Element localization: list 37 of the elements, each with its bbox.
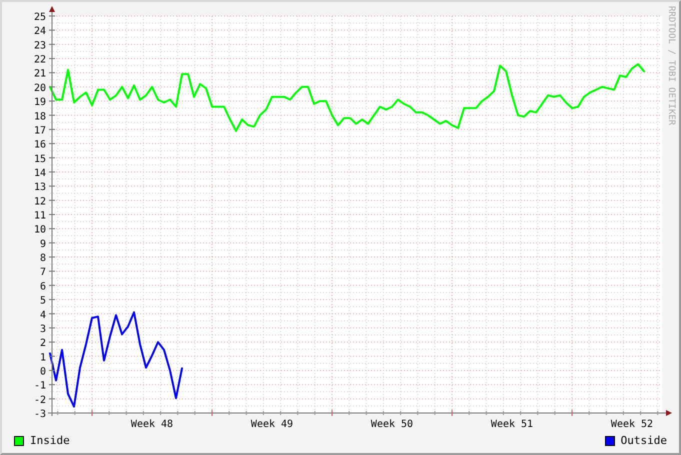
x-tick-label: Week 50 <box>370 419 414 430</box>
y-tick-label: 5 <box>40 296 46 307</box>
x-tick-label: Week 49 <box>250 419 294 430</box>
y-tick-label: -3 <box>34 409 46 420</box>
y-tick-label: 21 <box>34 68 46 80</box>
y-tick-label: 6 <box>40 281 46 292</box>
y-tick-label: 15 <box>34 154 46 165</box>
credit-text: RRDTOOL / TOBI OETIKER <box>666 6 676 126</box>
y-tick-label: -1 <box>34 380 46 392</box>
y-tick-label: 1 <box>40 352 46 364</box>
y-tick-label: 14 <box>34 168 46 179</box>
y-tick-label: 18 <box>34 111 46 122</box>
legend-label: Inside <box>30 432 70 449</box>
legend-label: Outside <box>620 432 667 449</box>
y-tick-label: 19 <box>34 97 46 108</box>
y-tick-label: 25 <box>34 12 46 23</box>
y-tick-label: 13 <box>34 182 46 194</box>
y-tick-label: 7 <box>40 267 46 278</box>
x-tick-label: Week 52 <box>610 419 654 430</box>
y-tick-label: 16 <box>34 140 46 151</box>
y-tick-label: 20 <box>34 82 46 94</box>
y-tick-label: 9 <box>40 238 46 250</box>
y-tick-label: 23 <box>34 40 46 52</box>
x-tick-label: Week 51 <box>490 419 534 430</box>
y-tick-label: 24 <box>34 26 46 38</box>
x-tick-label: Week 48 <box>130 419 174 430</box>
y-tick-label: 10 <box>34 224 46 236</box>
y-tick-label: 2 <box>40 338 46 350</box>
y-tick-label: 11 <box>34 210 46 222</box>
y-tick-label: -2 <box>34 394 46 406</box>
y-tick-label: 8 <box>40 253 46 264</box>
y-tick-label: 22 <box>34 54 46 66</box>
y-tick-label: 17 <box>34 125 46 136</box>
y-tick-label: 3 <box>40 324 46 335</box>
y-tick-label: 0 <box>40 366 46 378</box>
y-tick-label: 12 <box>34 196 46 208</box>
y-tick-label: 4 <box>40 310 46 321</box>
